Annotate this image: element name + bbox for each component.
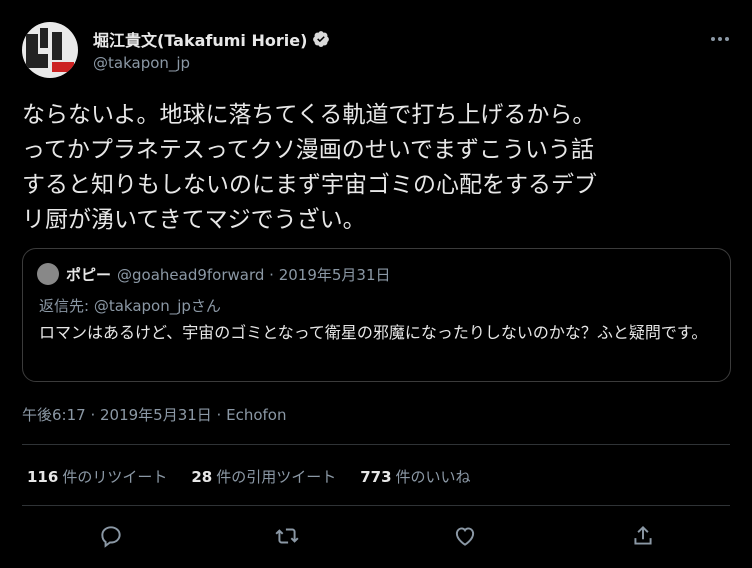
quotes-stat[interactable]: 28 件の引用ツイート: [191, 466, 336, 487]
quote-header: ポピー @goahead9forward · 2019年5月31日: [66, 264, 391, 285]
reply-suffix: さん: [190, 297, 221, 315]
share-icon[interactable]: [630, 523, 656, 549]
divider-bottom: [22, 505, 730, 506]
quoted-tweet[interactable]: ポピー @goahead9forward · 2019年5月31日 返信先: @t…: [22, 248, 731, 382]
quote-author-name[interactable]: ポピー: [66, 266, 111, 284]
quotes-label: 件の引用ツイート: [216, 468, 337, 486]
author-handle[interactable]: @takapon_jp: [93, 54, 190, 72]
retweets-stat[interactable]: 116 件のリツイート: [27, 466, 167, 487]
more-icon[interactable]: [710, 34, 730, 44]
reply-icon[interactable]: [98, 523, 124, 549]
divider-top: [22, 444, 730, 445]
retweets-label: 件のリツイート: [62, 468, 168, 486]
verified-badge-icon: [313, 31, 330, 47]
quote-meta: @goahead9forward · 2019年5月31日: [117, 266, 391, 284]
likes-stat[interactable]: 773 件のいいね: [360, 466, 470, 487]
reply-handle-link[interactable]: @takapon_jp: [94, 297, 191, 315]
author-avatar[interactable]: [22, 22, 78, 78]
tweet-text: ならないよ。地球に落ちてくる軌道で打ち上げるから。 ってかプラネテスってクソ漫画…: [22, 102, 597, 233]
action-bar: [0, 523, 752, 551]
like-icon[interactable]: [452, 523, 478, 549]
reply-prefix: 返信先:: [39, 297, 94, 315]
likes-count: 773: [360, 468, 392, 486]
engagement-stats: 116 件のリツイート 28 件の引用ツイート 773 件のいいね: [27, 466, 495, 487]
quotes-count: 28: [191, 468, 213, 486]
author-name[interactable]: 堀江貴文(Takafumi Horie): [93, 27, 307, 51]
retweet-icon[interactable]: [274, 523, 300, 549]
author-name-row[interactable]: 堀江貴文(Takafumi Horie): [93, 27, 330, 51]
quote-reply-to: 返信先: @takapon_jpさん: [39, 295, 221, 316]
quote-text: ロマンはあるけど、宇宙のゴミとなって衛星の邪魔になったりしないのかな？ふと疑問で…: [39, 323, 708, 342]
likes-label: 件のいいね: [395, 468, 471, 486]
tweet-timestamp[interactable]: 午後6:17 · 2019年5月31日 · Echofon: [22, 404, 286, 425]
retweets-count: 116: [27, 468, 59, 486]
quote-avatar[interactable]: [37, 263, 59, 285]
